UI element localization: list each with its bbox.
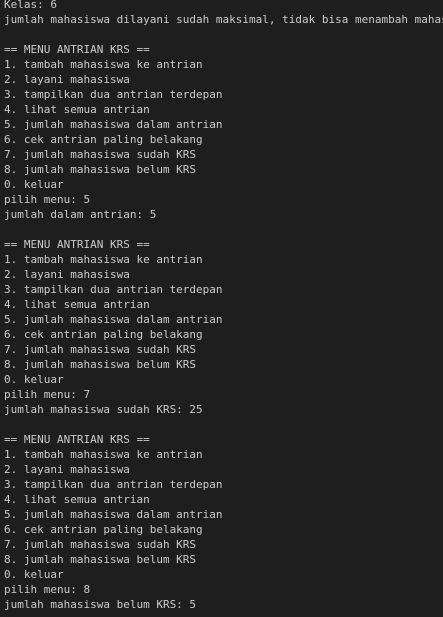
menu-option: 3. tampilkan dua antrian terdepan: [4, 478, 223, 491]
menu-option: 5. jumlah mahasiswa dalam antrian: [4, 508, 223, 521]
menu-option: 4. lihat semua antrian: [4, 493, 150, 506]
menu-title: == MENU ANTRIAN KRS ==: [4, 433, 150, 446]
menu-option: 8. jumlah mahasiswa belum KRS: [4, 358, 197, 371]
menu-option: 1. tambah mahasiswa ke antrian: [4, 58, 203, 71]
menu-option: 6. cek antrian paling belakang: [4, 523, 203, 536]
menu-option: 3. tampilkan dua antrian terdepan: [4, 88, 223, 101]
menu-option: 0. keluar: [4, 568, 64, 581]
menu-option: 4. lihat semua antrian: [4, 298, 150, 311]
output-line: jumlah mahasiswa belum KRS: 5: [4, 598, 197, 611]
menu-option: 7. jumlah mahasiswa sudah KRS: [4, 538, 197, 551]
menu-option: 2. layani mahasiswa: [4, 268, 130, 281]
output-line: Kelas: 6: [4, 0, 57, 11]
menu-option: 2. layani mahasiswa: [4, 463, 130, 476]
output-line: jumlah dalam antrian: 5: [4, 208, 157, 221]
output-line: jumlah mahasiswa dilayani sudah maksimal…: [4, 13, 443, 26]
menu-option: 6. cek antrian paling belakang: [4, 133, 203, 146]
terminal-output[interactable]: Kelas: 6 jumlah mahasiswa dilayani sudah…: [0, 0, 443, 614]
menu-prompt: pilih menu: 8: [4, 583, 91, 596]
menu-option: 3. tampilkan dua antrian terdepan: [4, 283, 223, 296]
menu-option: 7. jumlah mahasiswa sudah KRS: [4, 148, 197, 161]
menu-option: 7. jumlah mahasiswa sudah KRS: [4, 343, 197, 356]
menu-option: 1. tambah mahasiswa ke antrian: [4, 448, 203, 461]
menu-option: 6. cek antrian paling belakang: [4, 328, 203, 341]
menu-option: 4. lihat semua antrian: [4, 103, 150, 116]
menu-option: 0. keluar: [4, 178, 64, 191]
menu-title: == MENU ANTRIAN KRS ==: [4, 43, 150, 56]
menu-option: 1. tambah mahasiswa ke antrian: [4, 253, 203, 266]
menu-prompt: pilih menu: 7: [4, 388, 91, 401]
output-line: jumlah mahasiswa sudah KRS: 25: [4, 403, 203, 416]
menu-title: == MENU ANTRIAN KRS ==: [4, 238, 150, 251]
menu-option: 0. keluar: [4, 373, 64, 386]
menu-option: 8. jumlah mahasiswa belum KRS: [4, 553, 197, 566]
menu-option: 2. layani mahasiswa: [4, 73, 130, 86]
menu-option: 5. jumlah mahasiswa dalam antrian: [4, 313, 223, 326]
menu-option: 5. jumlah mahasiswa dalam antrian: [4, 118, 223, 131]
menu-prompt: pilih menu: 5: [4, 193, 91, 206]
menu-option: 8. jumlah mahasiswa belum KRS: [4, 163, 197, 176]
